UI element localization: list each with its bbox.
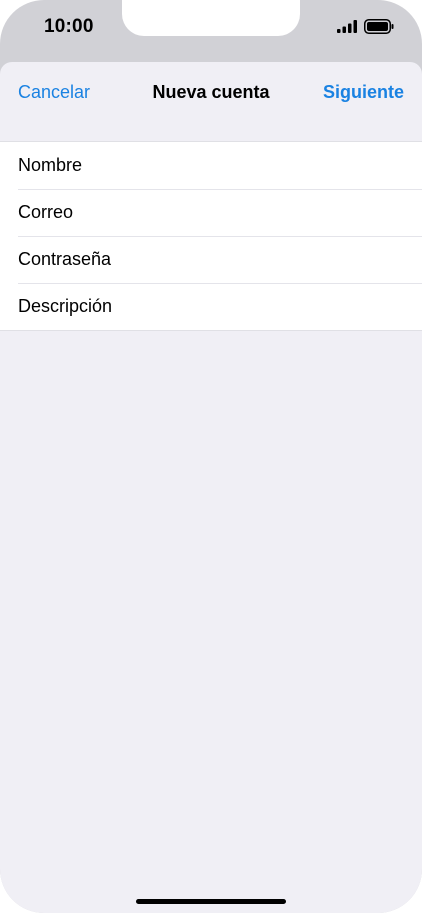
camera-notch (122, 0, 300, 36)
form-row-description (0, 283, 422, 330)
new-account-sheet: Cancelar Nueva cuenta Siguiente (0, 62, 422, 913)
battery-icon (364, 19, 394, 34)
cancel-button[interactable]: Cancelar (18, 82, 90, 103)
description-field[interactable] (18, 283, 404, 330)
password-field[interactable] (18, 236, 404, 283)
email-field[interactable] (18, 189, 404, 236)
cellular-signal-icon (337, 20, 357, 33)
form-row-password (0, 236, 422, 283)
phone-device: 10:00 Cancelar Nueva cuenta Siguiente (0, 0, 422, 913)
home-indicator[interactable] (136, 899, 286, 904)
status-time: 10:00 (44, 16, 94, 37)
phone-screen: 10:00 Cancelar Nueva cuenta Siguiente (0, 0, 422, 913)
navigation-bar: Cancelar Nueva cuenta Siguiente (0, 62, 422, 122)
form-row-name (0, 142, 422, 189)
status-bar: 10:00 (0, 0, 422, 56)
next-button[interactable]: Siguiente (323, 82, 404, 103)
form-row-email (0, 189, 422, 236)
name-field[interactable] (18, 142, 404, 189)
account-form (0, 141, 422, 331)
